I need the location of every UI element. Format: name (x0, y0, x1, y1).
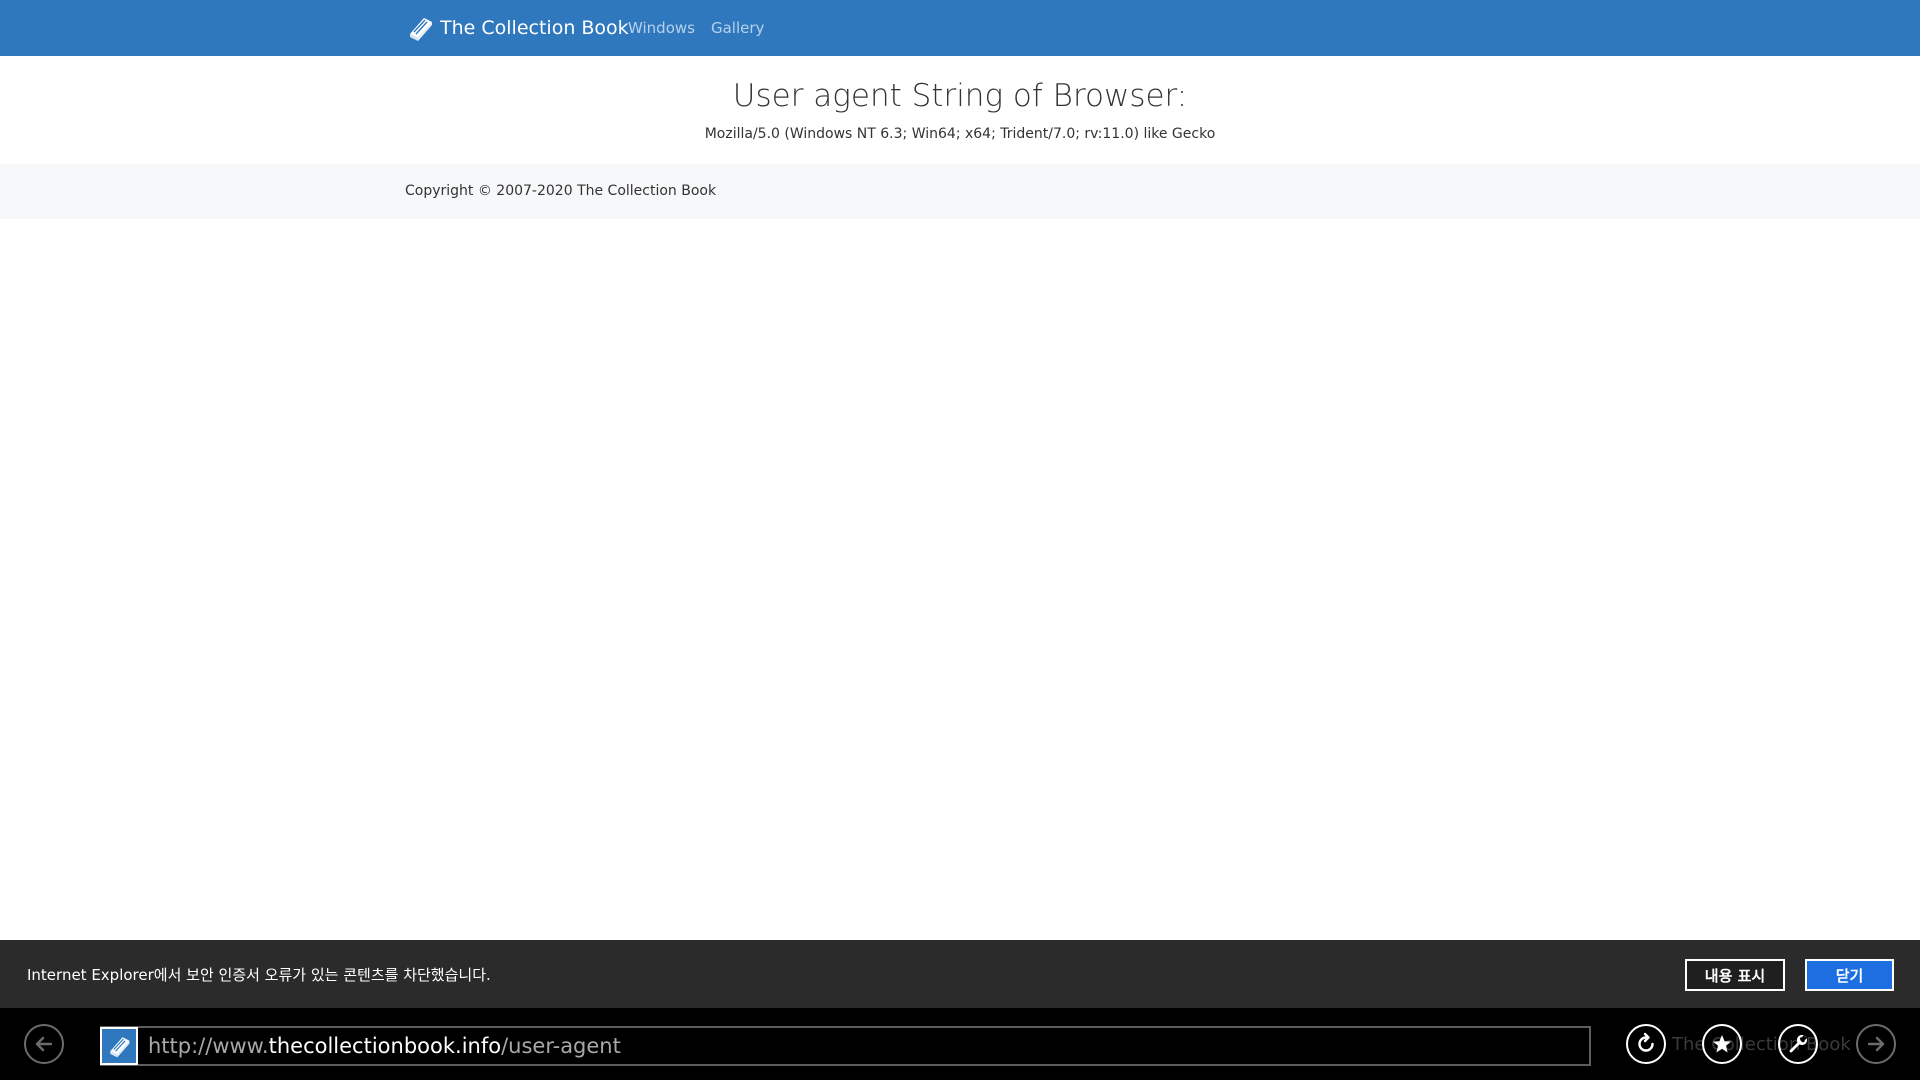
notification-message: Internet Explorer에서 보안 인증서 오류가 있는 콘텐츠를 차… (27, 966, 491, 984)
brand-link[interactable]: The Collection Book (404, 0, 629, 56)
book-logo-icon (410, 18, 432, 41)
show-content-button[interactable]: 내용 표시 (1685, 959, 1785, 991)
site-navbar: The Collection Book Windows Gallery (0, 0, 1920, 56)
page-title: User agent String of Browser: (732, 78, 1188, 114)
user-agent-string: Mozilla/5.0 (Windows NT 6.3; Win64; x64;… (704, 126, 1216, 142)
nav-link-gallery[interactable]: Gallery (711, 19, 764, 37)
watermark-text: The Collection Book (1672, 1034, 1851, 1055)
tools-button[interactable] (1778, 1024, 1818, 1064)
url-text[interactable]: http://www.thecollectionbook.info/user-a… (148, 1034, 621, 1058)
back-arrow-icon (35, 1036, 53, 1052)
brand-name: The Collection Book (440, 17, 629, 39)
favorites-star-icon (1713, 1035, 1731, 1053)
address-bar[interactable]: http://www.thecollectionbook.info/user-a… (100, 1026, 1591, 1066)
url-domain: thecollectionbook.info (268, 1034, 502, 1058)
site-favicon (100, 1027, 138, 1065)
copyright-text: Copyright © 2007-2020 The Collection Boo… (405, 183, 717, 199)
tools-wrench-icon (1789, 1034, 1808, 1053)
back-button[interactable] (24, 1024, 64, 1064)
browser-app-bar: http://www.thecollectionbook.info/user-a… (0, 1008, 1920, 1080)
refresh-button[interactable] (1626, 1024, 1666, 1064)
site-footer: Copyright © 2007-2020 The Collection Boo… (0, 164, 1920, 219)
forward-button[interactable] (1856, 1024, 1896, 1064)
url-path: /user-agent (501, 1034, 621, 1058)
url-prefix: http://www. (148, 1034, 269, 1058)
user-agent-section: User agent String of Browser: Mozilla/5.… (0, 56, 1920, 164)
refresh-icon (1638, 1032, 1654, 1052)
nav-link-windows[interactable]: Windows (628, 19, 695, 37)
favorites-button[interactable] (1702, 1024, 1742, 1064)
forward-arrow-icon (1867, 1036, 1885, 1052)
security-notification-bar: Internet Explorer에서 보안 인증서 오류가 있는 콘텐츠를 차… (0, 940, 1920, 1008)
close-notification-button[interactable]: 닫기 (1805, 959, 1894, 991)
nav-links: Windows Gallery (628, 0, 764, 56)
site-book-icon (110, 1037, 130, 1058)
